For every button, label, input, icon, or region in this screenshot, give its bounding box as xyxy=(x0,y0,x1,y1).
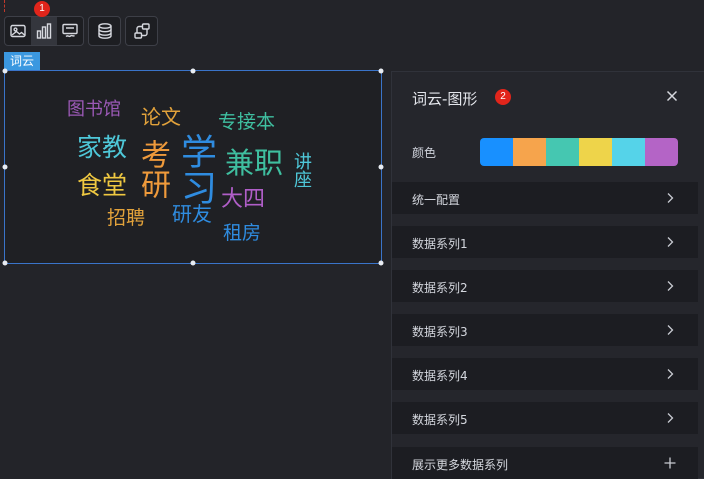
data-series-row[interactable]: 数据系列2 xyxy=(392,270,698,302)
data-series-row[interactable]: 数据系列4 xyxy=(392,358,698,390)
resize-handle[interactable] xyxy=(378,164,384,170)
resize-handle[interactable] xyxy=(2,164,8,170)
plus-icon xyxy=(664,457,676,469)
word-cloud-word: 图书馆 xyxy=(67,99,121,120)
color-swatch xyxy=(612,138,645,166)
resize-handle[interactable] xyxy=(2,68,8,74)
step-badge-1: 1 xyxy=(34,1,50,17)
image-icon[interactable] xyxy=(5,17,31,45)
flow-icon[interactable] xyxy=(126,17,157,45)
row-label: 数据系列1 xyxy=(412,237,468,251)
chevron-right-icon xyxy=(667,369,674,379)
word-cloud-word: 食堂 xyxy=(77,171,128,200)
row-label: 数据系列2 xyxy=(412,281,468,295)
word-cloud-word: 研友 xyxy=(172,202,212,226)
chevron-right-icon xyxy=(667,237,674,247)
data-series-row[interactable]: 数据系列3 xyxy=(392,314,698,346)
text-icon[interactable] xyxy=(57,17,83,45)
show-more-series-label: 展示更多数据系列 xyxy=(412,458,509,472)
color-setting: 颜色 xyxy=(392,136,704,166)
database-icon[interactable] xyxy=(89,17,120,45)
word-cloud-word: 招聘 xyxy=(107,207,146,229)
alignment-guide xyxy=(4,0,5,12)
word-cloud-word: 家教 xyxy=(77,133,128,162)
row-label: 数据系列4 xyxy=(412,369,468,383)
chevron-right-icon xyxy=(667,281,674,291)
resize-handle[interactable] xyxy=(378,68,384,74)
color-swatch xyxy=(546,138,579,166)
component-toolbar xyxy=(4,16,158,46)
unified-config-row[interactable]: 统一配置 xyxy=(392,182,698,214)
resize-handle[interactable] xyxy=(190,260,196,266)
row-label: 统一配置 xyxy=(412,193,461,207)
word-cloud-word: 兼职 xyxy=(225,146,284,180)
word-cloud-word: 讲座 xyxy=(291,152,312,188)
row-label: 数据系列5 xyxy=(412,413,468,427)
color-label: 颜色 xyxy=(412,146,437,160)
color-swatch xyxy=(579,138,612,166)
word-cloud-word: 大四 xyxy=(221,187,266,212)
word-cloud-word: 租房 xyxy=(223,222,262,244)
word-cloud-word: 论文 xyxy=(141,105,181,129)
toolbar-group-data xyxy=(88,16,121,46)
color-palette-picker[interactable] xyxy=(480,138,678,166)
chevron-right-icon xyxy=(667,413,674,423)
word-cloud-word: 专接本 xyxy=(218,111,276,133)
chevron-right-icon xyxy=(667,193,674,203)
panel-title: 词云-图形 xyxy=(412,90,478,108)
color-swatch xyxy=(480,138,513,166)
panel-header: 词云-图形 2 xyxy=(392,72,704,122)
color-swatch xyxy=(513,138,546,166)
data-series-row[interactable]: 数据系列5 xyxy=(392,402,698,434)
bar-chart-icon[interactable] xyxy=(31,17,57,45)
resize-handle[interactable] xyxy=(2,260,8,266)
color-swatch xyxy=(645,138,678,166)
component-name-tag: 词云 xyxy=(4,52,41,70)
toolbar-group-interaction xyxy=(125,16,158,46)
chevron-right-icon xyxy=(667,325,674,335)
config-panel: 词云-图形 2 颜色 统一配置数据系列1 数据系列2 数据系列3 数据系列4 数据系列5… xyxy=(391,71,704,479)
show-more-series-button[interactable]: 展示更多数据系列 xyxy=(392,447,698,479)
data-series-row[interactable]: 数据系列1 xyxy=(392,226,698,258)
resize-handle[interactable] xyxy=(378,260,384,266)
word-cloud-chart[interactable]: 图书馆 论文 专接本家教 考研 兼职 讲座食堂大四招聘 研友 租房 学习 xyxy=(2,68,384,266)
toolbar-group-main xyxy=(4,16,84,46)
row-label: 数据系列3 xyxy=(412,325,468,339)
close-icon[interactable] xyxy=(664,88,680,104)
word-cloud-word: 考研 xyxy=(135,139,170,199)
step-badge-2: 2 xyxy=(495,89,511,105)
word-cloud-word: 学习 xyxy=(175,133,216,205)
resize-handle[interactable] xyxy=(190,68,196,74)
